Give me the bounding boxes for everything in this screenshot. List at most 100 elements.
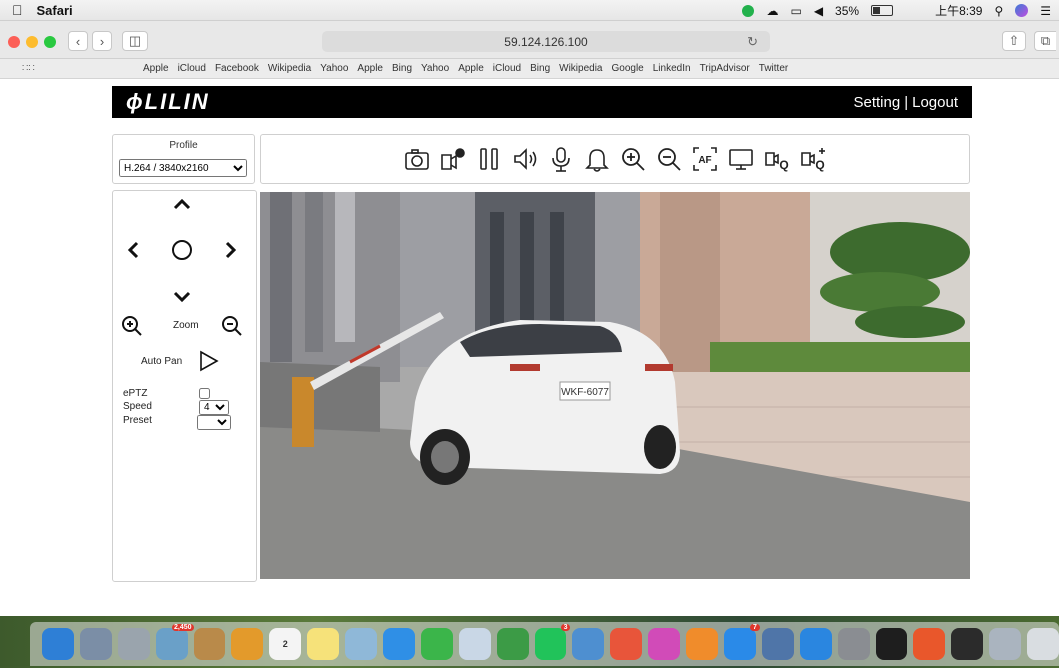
app-name[interactable]: Safari xyxy=(37,3,73,18)
address-bar[interactable]: 59.124.126.100 ↻ xyxy=(322,31,770,52)
airplay-icon[interactable]: ▭ xyxy=(790,4,801,18)
bookmark-item[interactable]: Wikipedia xyxy=(268,63,311,74)
photos-browser-icon[interactable]: 2,450 xyxy=(155,624,194,660)
zoom-out-icon[interactable] xyxy=(654,144,684,174)
console-icon[interactable] xyxy=(951,628,984,660)
keynote-icon[interactable] xyxy=(572,628,605,660)
reload-icon[interactable]: ↻ xyxy=(747,34,758,50)
ptz-zoom-in-icon[interactable] xyxy=(119,313,145,339)
microphone-icon[interactable] xyxy=(546,144,576,174)
bookmark-item[interactable]: Apple xyxy=(143,63,169,74)
cloud-icon[interactable]: ☁ xyxy=(766,4,778,18)
snapshot-camera-icon[interactable] xyxy=(402,144,432,174)
auto-pan-play-icon[interactable] xyxy=(195,348,221,374)
video-quality-icon[interactable]: Q xyxy=(762,144,792,174)
finder-icon[interactable] xyxy=(42,628,74,660)
autofocus-icon[interactable]: AF xyxy=(690,144,720,174)
apple-menu-icon[interactable]:  xyxy=(12,2,23,18)
photo-folder-icon[interactable] xyxy=(989,628,1022,660)
macos-menubar:  Safari ☁ ▭ ◀ 35% 上午8:39 ⚲ ☰ xyxy=(0,0,1059,21)
zoom-in-icon[interactable] xyxy=(618,144,648,174)
battery-icon[interactable] xyxy=(871,5,894,16)
setting-link[interactable]: Setting xyxy=(854,94,901,111)
clock[interactable]: 上午8:39 xyxy=(935,2,982,19)
bookmark-item[interactable]: LinkedIn xyxy=(653,63,691,74)
preset-select[interactable] xyxy=(197,415,231,430)
auto-pan-label: Auto Pan xyxy=(141,356,183,367)
calendar-icon[interactable]: 2 xyxy=(269,628,302,660)
sidebar-toggle-icon[interactable]: ◫ xyxy=(122,31,148,51)
music-icon[interactable] xyxy=(648,628,681,660)
svg-text:Q: Q xyxy=(815,158,824,172)
line-status-icon[interactable] xyxy=(742,4,755,17)
minimize-window-button[interactable] xyxy=(26,36,38,48)
alarm-bell-icon[interactable] xyxy=(582,144,612,174)
contacts-icon[interactable] xyxy=(193,628,226,660)
bookmark-item[interactable]: Twitter xyxy=(759,63,788,74)
pan-left-icon[interactable] xyxy=(121,237,147,263)
image-capture-icon[interactable] xyxy=(761,628,794,660)
tabs-overview-icon[interactable]: ⧉ xyxy=(1034,31,1056,51)
notes-icon[interactable] xyxy=(307,628,340,660)
terminal-icon[interactable] xyxy=(875,628,908,660)
lilin-logo: ϕLILIN xyxy=(126,89,210,114)
spotlight-icon[interactable]: ⚲ xyxy=(994,4,1003,18)
bookmark-item[interactable]: Bing xyxy=(392,63,412,74)
video-quality-up-icon[interactable]: Q xyxy=(798,144,828,174)
speed-select[interactable]: 4 xyxy=(199,400,229,415)
app-store-icon[interactable]: 7 xyxy=(724,624,760,660)
close-window-button[interactable] xyxy=(8,36,20,48)
bookmark-item[interactable]: Facebook xyxy=(215,63,259,74)
top-sites-icon[interactable]: ∷∷ xyxy=(22,63,35,74)
siri-app-icon[interactable] xyxy=(79,628,112,660)
eptz-checkbox[interactable] xyxy=(199,388,210,399)
ptz-zoom-out-icon[interactable] xyxy=(219,313,245,339)
camera-control-toolbar: AF Q Q xyxy=(260,134,970,184)
fullscreen-monitor-icon[interactable] xyxy=(726,144,756,174)
notification-center-icon[interactable]: ☰ xyxy=(1040,4,1051,18)
back-button[interactable]: ‹ xyxy=(68,31,88,51)
header-links: Setting | Logout xyxy=(854,94,959,111)
pan-right-icon[interactable] xyxy=(217,237,243,263)
numbers-icon[interactable] xyxy=(496,628,529,660)
live-video-view[interactable]: WKF-6077 xyxy=(260,192,970,579)
slides-icon[interactable] xyxy=(913,628,946,660)
profile-select[interactable]: H.264 / 3840x2160 xyxy=(119,159,247,177)
bookmark-item[interactable]: Google xyxy=(612,63,644,74)
bookmark-item[interactable]: TripAdvisor xyxy=(700,63,750,74)
system-preferences-icon[interactable] xyxy=(837,628,870,660)
zoom-window-button[interactable] xyxy=(44,36,56,48)
bookmark-item[interactable]: iCloud xyxy=(178,63,206,74)
messages-icon[interactable] xyxy=(383,628,415,660)
safari-icon[interactable] xyxy=(799,628,832,660)
share-icon[interactable]: ⇧ xyxy=(1002,31,1026,51)
volume-icon[interactable]: ◀ xyxy=(814,4,823,18)
bookmark-items: Apple iCloud Facebook Wikipedia Yahoo Ap… xyxy=(143,63,788,74)
line-app-icon[interactable]: 3 xyxy=(534,624,571,660)
facetime-icon[interactable] xyxy=(420,628,453,660)
forward-button[interactable]: › xyxy=(92,31,112,51)
bookmark-item[interactable]: Yahoo xyxy=(320,63,348,74)
pan-up-icon[interactable] xyxy=(169,191,195,217)
books-icon[interactable] xyxy=(686,628,719,660)
siri-icon[interactable] xyxy=(1015,4,1029,17)
pause-icon[interactable] xyxy=(474,144,504,174)
home-circle-icon[interactable] xyxy=(169,237,195,263)
speaker-icon[interactable] xyxy=(510,144,540,174)
launchpad-icon[interactable] xyxy=(117,628,150,660)
textedit-icon[interactable] xyxy=(458,628,491,660)
bookmark-item[interactable]: Apple xyxy=(357,63,383,74)
bookmark-item[interactable]: Yahoo xyxy=(421,63,449,74)
preview-icon[interactable] xyxy=(345,628,378,660)
logout-link[interactable]: Logout xyxy=(912,94,958,111)
speed-label: Speed xyxy=(123,401,152,412)
record-icon[interactable] xyxy=(438,144,468,174)
trash-icon[interactable] xyxy=(1027,628,1059,660)
bookmark-item[interactable]: Wikipedia xyxy=(559,63,602,74)
photos-icon[interactable] xyxy=(231,628,264,660)
bookmark-item[interactable]: Bing xyxy=(530,63,550,74)
chrome-icon[interactable] xyxy=(610,628,643,660)
pan-down-icon[interactable] xyxy=(169,283,195,309)
bookmark-item[interactable]: iCloud xyxy=(493,63,521,74)
bookmark-item[interactable]: Apple xyxy=(458,63,484,74)
